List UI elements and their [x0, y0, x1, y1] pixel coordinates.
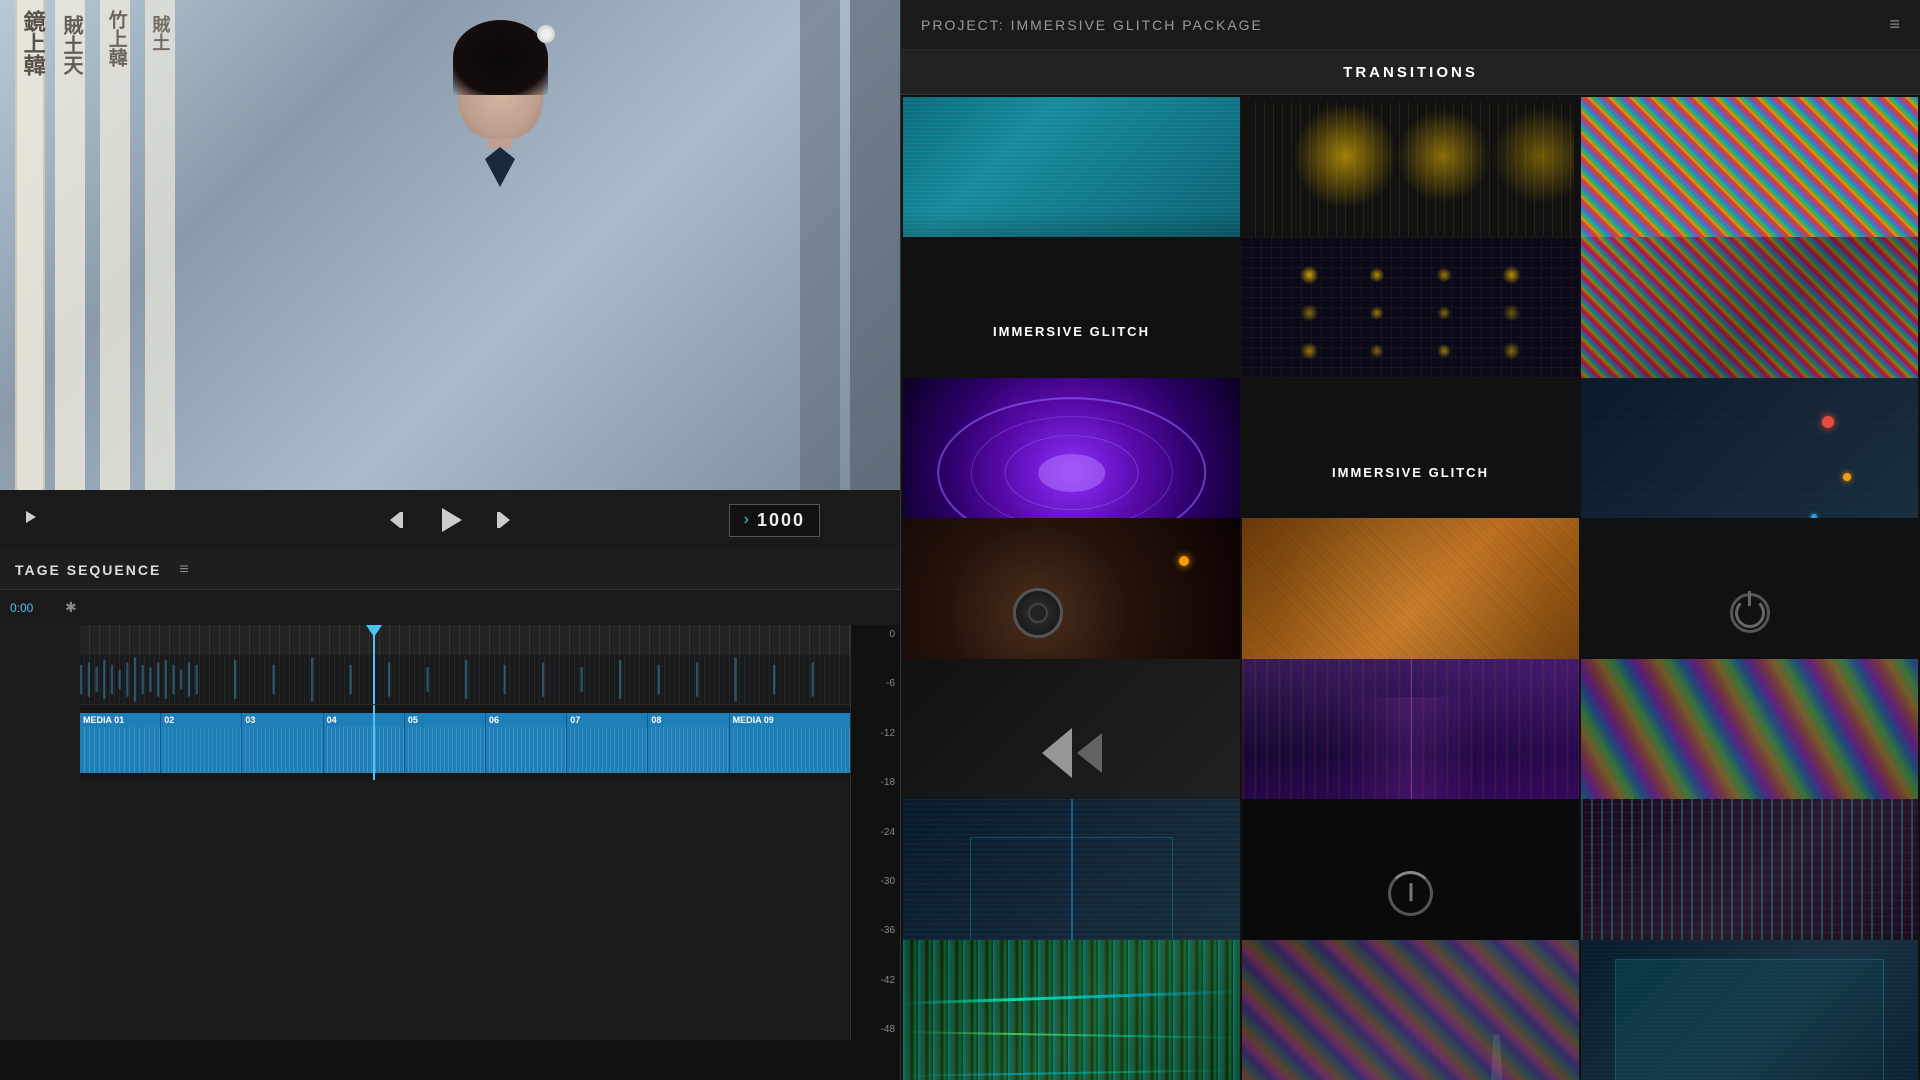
forward-button[interactable] — [486, 506, 514, 534]
clip-08[interactable]: 08 — [648, 713, 729, 773]
clip-07[interactable]: 07 — [567, 713, 648, 773]
timeline-toolbar: 0:00 ✱ — [0, 590, 900, 625]
vu-0: 0 — [856, 630, 895, 640]
transition-item-19[interactable] — [903, 940, 1240, 1080]
transition-item-21[interactable] — [1581, 940, 1918, 1080]
clips-container: MEDIA 01 02 03 04 — [80, 713, 850, 773]
clip-03[interactable]: 03 — [242, 713, 323, 773]
timeline-area: TAGE SEQUENCE ≡ 0:00 ✱ — [0, 550, 900, 1040]
left-panel: 鏡上韓 賊土天 竹上韓 賊土 — [0, 0, 900, 1080]
timeline-tracks: MEDIA 01 02 03 04 — [80, 625, 850, 1040]
clip-09[interactable]: MEDIA 09 — [730, 713, 850, 773]
power-button-icon — [1730, 593, 1770, 633]
timeline-empty — [80, 780, 850, 1040]
power-icon-2 — [1388, 871, 1433, 916]
clip-06[interactable]: 06 — [486, 713, 567, 773]
transitions-header: TRANSITIONS — [901, 50, 1920, 95]
clip-01[interactable]: MEDIA 01 — [80, 713, 161, 773]
video-preview: 鏡上韓 賊土天 竹上韓 賊土 — [0, 0, 900, 490]
expand-button[interactable] — [20, 507, 40, 533]
right-panel: PROJECT: IMMERSIVE GLITCH PACKAGE ≡ TRAN… — [900, 0, 1920, 1080]
vu-meter: 0 -6 -12 -18 -24 -30 -36 -42 -48 — [850, 625, 900, 1040]
vu-minus30: -30 — [856, 877, 895, 887]
timecode-arrow-icon: › — [744, 511, 749, 529]
transitions-grid: IMMERSIVE GLITCH IMMERSIVE GLITCH — [901, 95, 1920, 1080]
project-header: PROJECT: IMMERSIVE GLITCH PACKAGE ≡ — [901, 0, 1920, 50]
timeline-menu-icon[interactable]: ≡ — [179, 561, 188, 579]
timeline-content: MEDIA 01 02 03 04 — [0, 625, 900, 1040]
vu-minus12: -12 — [856, 729, 895, 739]
transition-item-20[interactable] — [1242, 940, 1579, 1080]
audio-track — [80, 655, 850, 705]
clip-05[interactable]: 05 — [405, 713, 486, 773]
timecode-value: 1000 — [757, 510, 805, 531]
clip-04[interactable]: 04 — [324, 713, 405, 773]
timeline-ruler[interactable] — [80, 625, 850, 655]
clip-02[interactable]: 02 — [161, 713, 242, 773]
vu-minus42: -42 — [856, 976, 895, 986]
timeline-track-labels — [0, 625, 80, 1040]
timeline-title: TAGE SEQUENCE — [15, 562, 161, 578]
vu-minus18: -18 — [856, 778, 895, 788]
vu-minus6: -6 — [856, 679, 895, 689]
project-title: PROJECT: IMMERSIVE GLITCH PACKAGE — [921, 17, 1874, 33]
rewind-button[interactable] — [386, 506, 414, 534]
vu-minus24: -24 — [856, 828, 895, 838]
video-controls: › 1000 — [0, 490, 900, 550]
immersive-glitch-label-2: IMMERSIVE GLITCH — [1332, 465, 1489, 480]
transitions-title: TRANSITIONS — [1343, 64, 1478, 81]
video-clips-track: MEDIA 01 02 03 04 — [80, 705, 850, 780]
vu-minus36: -36 — [856, 926, 895, 936]
immersive-glitch-label-1: IMMERSIVE GLITCH — [993, 324, 1150, 341]
timeline-header: TAGE SEQUENCE ≡ — [0, 550, 900, 590]
tool-icon[interactable]: ✱ — [65, 599, 77, 616]
time-label: 0:00 — [10, 601, 60, 615]
vu-minus48: -48 — [856, 1025, 895, 1035]
project-menu-icon[interactable]: ≡ — [1889, 14, 1900, 35]
timecode-display: › 1000 — [729, 504, 820, 537]
play-button[interactable] — [434, 504, 466, 536]
